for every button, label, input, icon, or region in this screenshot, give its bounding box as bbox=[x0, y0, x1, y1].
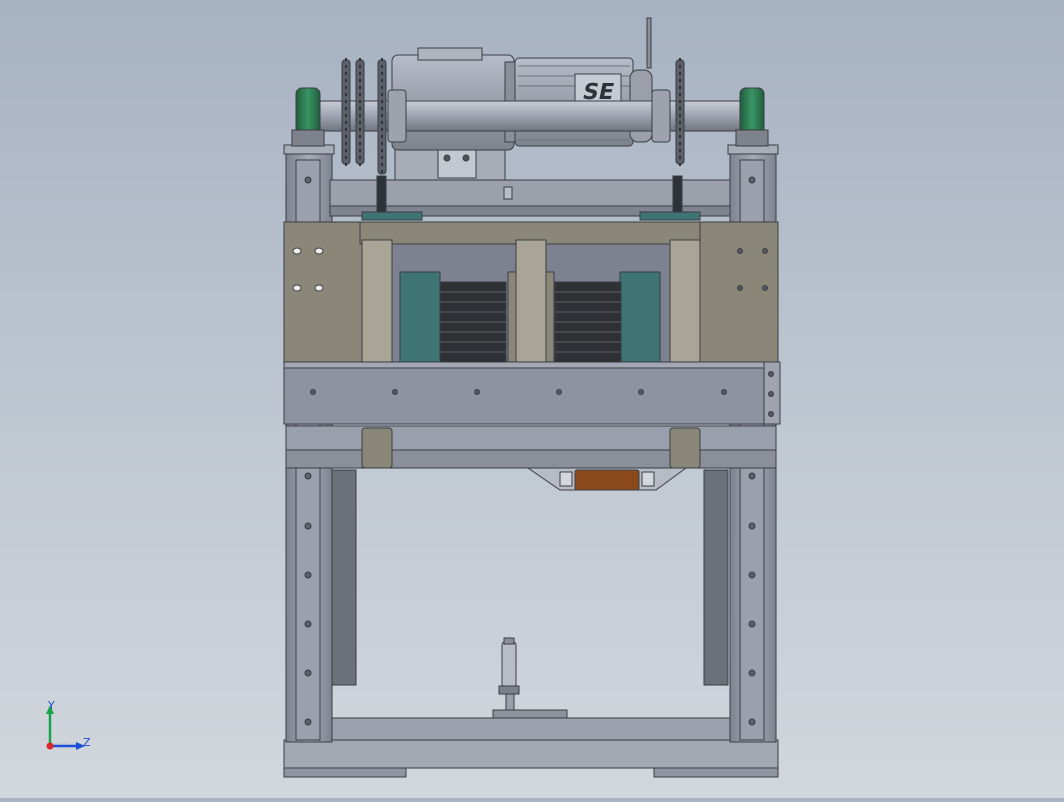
column-bolt bbox=[748, 718, 756, 726]
axis-origin bbox=[46, 742, 54, 750]
carriage-post-core bbox=[507, 271, 517, 363]
lower-clamp-left bbox=[361, 427, 393, 469]
column-bolt bbox=[304, 176, 312, 184]
gearbox-bracket-plate bbox=[437, 147, 477, 179]
column-bolt bbox=[304, 571, 312, 579]
column-bolt bbox=[304, 669, 312, 677]
plate-hole bbox=[292, 284, 302, 292]
teal-block-left bbox=[399, 271, 441, 363]
front-beam-top-edge bbox=[283, 361, 765, 369]
center-stud bbox=[503, 186, 513, 200]
beam-bolt bbox=[392, 389, 398, 395]
plate-bolt bbox=[737, 285, 743, 291]
sensor-base bbox=[492, 709, 568, 719]
carriage-plate-left bbox=[283, 221, 363, 363]
base-foot-left bbox=[283, 767, 407, 778]
carriage-post bbox=[669, 239, 701, 363]
plate-hole bbox=[292, 247, 302, 255]
y-axis-label: Y bbox=[47, 699, 55, 712]
sensor-cap bbox=[503, 637, 515, 645]
lower-clamp-right bbox=[669, 427, 701, 469]
column-bolt bbox=[748, 522, 756, 530]
plate-bolt bbox=[762, 248, 768, 254]
slide-block-teal bbox=[639, 211, 701, 221]
lower-beam-rail bbox=[285, 449, 777, 469]
base-foot-right bbox=[653, 767, 779, 778]
front-beam bbox=[283, 361, 765, 425]
sprocket-left-outer bbox=[341, 59, 351, 165]
bracket-hole bbox=[443, 154, 451, 162]
beam-bolt bbox=[638, 389, 644, 395]
beam-bolt bbox=[768, 391, 774, 397]
plate-bolt bbox=[737, 248, 743, 254]
column-bolt bbox=[748, 472, 756, 480]
base-plate bbox=[283, 739, 779, 769]
shaft-hub-right bbox=[651, 89, 671, 143]
axis-triad: Y Z bbox=[46, 699, 91, 750]
column-bolt bbox=[304, 718, 312, 726]
die-pad bbox=[574, 469, 640, 491]
beam-bolt bbox=[474, 389, 480, 395]
sprocket-left-mid bbox=[355, 59, 365, 165]
lower-beam bbox=[285, 425, 777, 451]
column-bolt bbox=[748, 620, 756, 628]
carriage-plate-right bbox=[699, 221, 779, 363]
bearing-left-base bbox=[291, 129, 325, 147]
teal-block-right bbox=[619, 271, 661, 363]
bracket-hole bbox=[462, 154, 470, 162]
column-bolt bbox=[304, 522, 312, 530]
tensioner-left bbox=[376, 175, 387, 215]
z-axis-label: Z bbox=[83, 736, 91, 749]
beam-bolt bbox=[310, 389, 316, 395]
carriage-post-core bbox=[545, 271, 555, 363]
slide-block-teal bbox=[361, 211, 423, 221]
column-bolt bbox=[748, 571, 756, 579]
beam-bolt bbox=[768, 371, 774, 377]
cad-viewport[interactable]: SE Y Z bbox=[0, 0, 1064, 798]
column-bolt bbox=[748, 176, 756, 184]
top-crossbar bbox=[329, 179, 731, 207]
die-clip-left bbox=[559, 471, 573, 487]
column-bolt bbox=[748, 669, 756, 677]
carriage-post bbox=[515, 239, 547, 363]
column-bolt bbox=[304, 620, 312, 628]
sensor-bracket bbox=[505, 691, 515, 711]
right-guide-rail bbox=[703, 469, 729, 686]
beam-bolt bbox=[768, 411, 774, 417]
beam-bolt bbox=[721, 389, 727, 395]
bearing-right-base bbox=[735, 129, 769, 147]
shaft-hub-left bbox=[387, 89, 407, 143]
machine-assembly-view: SE bbox=[283, 17, 781, 778]
plate-hole bbox=[314, 284, 324, 292]
tensioner-right bbox=[672, 175, 683, 215]
carriage-post bbox=[361, 239, 393, 363]
column-bolt bbox=[304, 472, 312, 480]
bottom-crossbar bbox=[329, 717, 731, 741]
gearbox-cap bbox=[417, 47, 483, 61]
beam-bolt bbox=[556, 389, 562, 395]
plate-hole bbox=[314, 247, 324, 255]
plate-bolt bbox=[762, 285, 768, 291]
left-guide-rail bbox=[331, 469, 357, 686]
motor-antenna bbox=[646, 17, 652, 69]
die-clip-right bbox=[641, 471, 655, 487]
sensor-body bbox=[501, 641, 517, 688]
sprocket-right bbox=[675, 59, 685, 165]
sensor-nut bbox=[498, 685, 520, 695]
